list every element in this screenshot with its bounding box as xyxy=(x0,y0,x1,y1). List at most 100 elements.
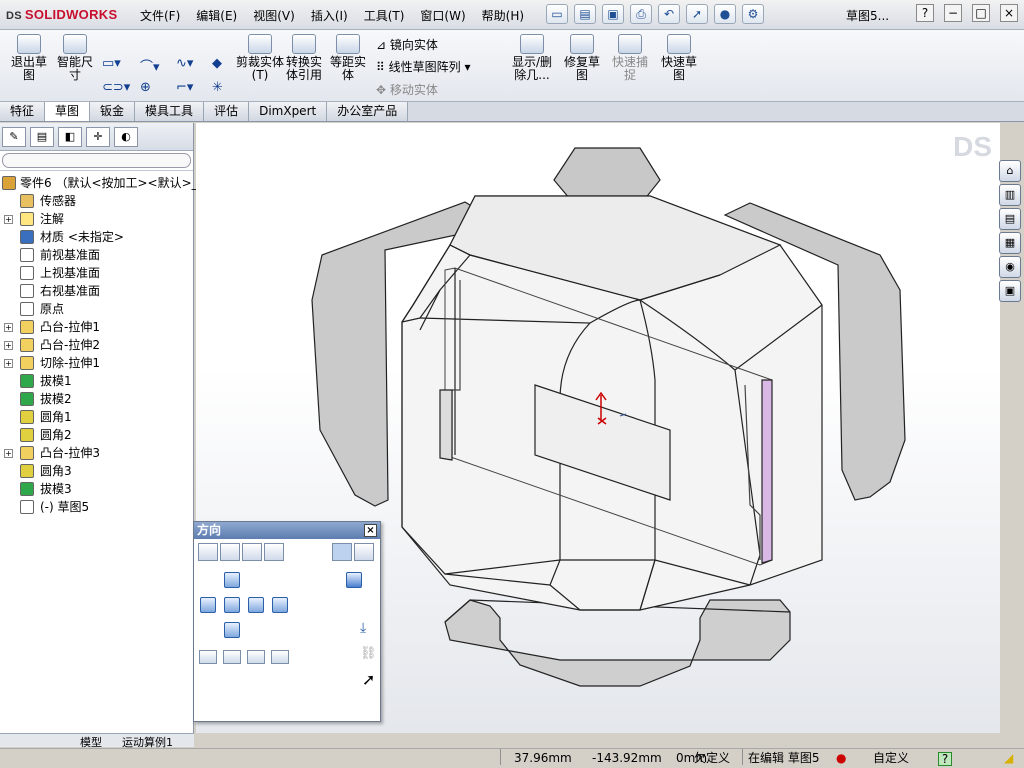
menu-insert[interactable]: 插入(I) xyxy=(311,7,348,24)
open-folder-icon[interactable]: ▤ xyxy=(574,4,596,24)
convert-entities-button[interactable]: 转换实体引用 xyxy=(284,34,324,82)
exit-sketch-button[interactable]: 退出草图 xyxy=(6,34,52,82)
linear-pattern-button[interactable]: ⠿ 线性草图阵列 ▾ xyxy=(376,58,470,75)
two-view-horizontal-icon[interactable] xyxy=(223,650,241,664)
menu-window[interactable]: 窗口(W) xyxy=(420,7,465,24)
tree-item[interactable]: 拔模1 xyxy=(0,372,193,390)
property-manager-tab-icon[interactable]: ▤ xyxy=(30,127,54,147)
tree-item[interactable]: 零件6 （默认<按加工><默认>_显 xyxy=(0,174,210,192)
tree-item[interactable]: 圆角1 xyxy=(0,408,193,426)
tree-expand-toggle[interactable]: + xyxy=(4,449,13,458)
tab-mold-tools[interactable]: 模具工具 xyxy=(135,102,205,121)
display-manager-tab-icon[interactable]: ◐ xyxy=(114,127,138,147)
dimxpert-manager-tab-icon[interactable]: ✛ xyxy=(86,127,110,147)
tree-item[interactable]: (-) 草图5 xyxy=(0,498,193,516)
fillet-tool-icon[interactable]: ⌐▾ xyxy=(176,80,193,95)
top-view-icon[interactable] xyxy=(224,572,240,588)
save-icon[interactable]: ▣ xyxy=(602,4,624,24)
orientation-dialog-header[interactable]: 方向 × xyxy=(194,522,380,539)
bottom-view-icon[interactable] xyxy=(224,622,240,638)
tab-dimxpert[interactable]: DimXpert xyxy=(249,102,328,121)
app-logo[interactable]: DS SOLIDWORKS xyxy=(6,7,117,22)
mirror-entities-button[interactable]: ⊿ 镜向实体 xyxy=(376,36,438,53)
back-view-icon[interactable] xyxy=(272,597,288,613)
solidworks-resources-icon[interactable]: ⌂ xyxy=(999,160,1021,182)
repair-sketch-button[interactable]: 修复草图 xyxy=(560,34,604,82)
left-view-icon[interactable] xyxy=(200,597,216,613)
tree-filter[interactable] xyxy=(0,151,193,171)
rebuild-indicator-icon[interactable]: ● xyxy=(836,749,846,768)
single-view-icon[interactable] xyxy=(199,650,217,664)
minimize-button[interactable]: − xyxy=(944,4,962,22)
tree-item[interactable]: 圆角2 xyxy=(0,426,193,444)
tree-expand-toggle[interactable]: + xyxy=(4,323,13,332)
quick-snap-button[interactable]: 快速捕捉 xyxy=(608,34,652,82)
tree-item[interactable]: 原点 xyxy=(0,300,193,318)
tree-item[interactable]: + 凸台-拉伸2 xyxy=(0,336,193,354)
tab-features[interactable]: 特征 xyxy=(0,102,46,121)
two-view-vertical-icon[interactable] xyxy=(247,650,265,664)
tab-evaluate[interactable]: 评估 xyxy=(204,102,250,121)
filter-input[interactable] xyxy=(2,153,191,168)
new-document-icon[interactable]: ▭ xyxy=(546,4,568,24)
tab-sketch[interactable]: 草图 xyxy=(45,102,91,121)
tree-item[interactable]: 右视基准面 xyxy=(0,282,193,300)
tree-item[interactable]: + 凸台-拉伸3 xyxy=(0,444,193,462)
tree-item[interactable]: + 注解 xyxy=(0,210,193,228)
status-help-button[interactable]: ? xyxy=(938,752,952,766)
link-view-icon[interactable] xyxy=(264,543,284,561)
update-view-icon[interactable] xyxy=(220,543,240,561)
custom-properties-icon[interactable]: ▣ xyxy=(999,280,1021,302)
tree-item[interactable]: 材质 <未指定> xyxy=(0,228,193,246)
tree-item[interactable]: 上视基准面 xyxy=(0,264,193,282)
arc-tool-icon[interactable]: ⌒▾ xyxy=(140,56,160,75)
tree-item[interactable]: + 凸台-拉伸1 xyxy=(0,318,193,336)
slot-tool-icon[interactable]: ⊂⊃▾ xyxy=(102,80,130,95)
front-view-icon[interactable] xyxy=(224,597,240,613)
feature-manager-tab-icon[interactable]: ✎ xyxy=(2,127,26,147)
offset-entities-button[interactable]: 等距实体 xyxy=(328,34,368,82)
display-delete-relations-button[interactable]: 显示/删除几... xyxy=(508,34,556,82)
move-entities-button[interactable]: ✥ 移动实体 xyxy=(376,81,438,98)
tree-expand-toggle[interactable]: + xyxy=(4,359,13,368)
tab-sheet-metal[interactable]: 钣金 xyxy=(90,102,136,121)
polygon-tool-icon[interactable]: ⊕ xyxy=(140,80,151,95)
rectangle-tool-icon[interactable]: ▭▾ xyxy=(102,56,121,71)
tab-office-products[interactable]: 办公室产品 xyxy=(327,102,409,121)
right-view-icon[interactable] xyxy=(248,597,264,613)
close-button[interactable]: × xyxy=(1000,4,1018,22)
menu-view[interactable]: 视图(V) xyxy=(253,7,295,24)
normal-to-icon[interactable]: ⤓ xyxy=(360,620,366,636)
file-explorer-icon[interactable]: ▤ xyxy=(999,208,1021,230)
design-library-icon[interactable]: ▥ xyxy=(999,184,1021,206)
tree-item[interactable]: 拔模3 xyxy=(0,480,193,498)
point-tool-icon[interactable]: ◆ xyxy=(212,56,222,71)
spline-tool-icon[interactable]: ∿▾ xyxy=(176,56,193,71)
tree-expand-toggle[interactable]: + xyxy=(4,341,13,350)
tree-expand-toggle[interactable]: + xyxy=(4,215,13,224)
centerline-tool-icon[interactable]: ✳ xyxy=(212,80,223,95)
pin-dialog-icon[interactable] xyxy=(354,543,374,561)
new-view-icon[interactable] xyxy=(198,543,218,561)
link-views-icon[interactable]: ⛓ xyxy=(360,646,377,661)
tree-item[interactable]: 传感器 xyxy=(0,192,193,210)
menu-help[interactable]: 帮助(H) xyxy=(482,7,524,24)
tree-item[interactable]: 拔模2 xyxy=(0,390,193,408)
menu-file[interactable]: 文件(F) xyxy=(140,7,180,24)
maximize-button[interactable]: □ xyxy=(972,4,990,22)
trim-entities-button[interactable]: 剪裁实体(T) xyxy=(236,34,284,82)
orientation-dialog-close[interactable]: × xyxy=(364,524,377,537)
traffic-light-icon[interactable]: ● xyxy=(714,4,736,24)
view-palette-icon[interactable]: ▦ xyxy=(999,232,1021,254)
menu-tools[interactable]: 工具(T) xyxy=(364,7,405,24)
tree-item[interactable]: + 切除-拉伸1 xyxy=(0,354,193,372)
help-button[interactable]: ? xyxy=(916,4,934,22)
configuration-manager-tab-icon[interactable]: ◧ xyxy=(58,127,82,147)
reset-view-icon[interactable] xyxy=(242,543,262,561)
tree-item[interactable]: 圆角3 xyxy=(0,462,193,480)
menu-edit[interactable]: 编辑(E) xyxy=(196,7,237,24)
tree-item[interactable]: 前视基准面 xyxy=(0,246,193,264)
undo-icon[interactable]: ↶ xyxy=(658,4,680,24)
isometric-view-icon[interactable] xyxy=(346,572,362,588)
select-arrow-icon[interactable]: ➚ xyxy=(686,4,708,24)
